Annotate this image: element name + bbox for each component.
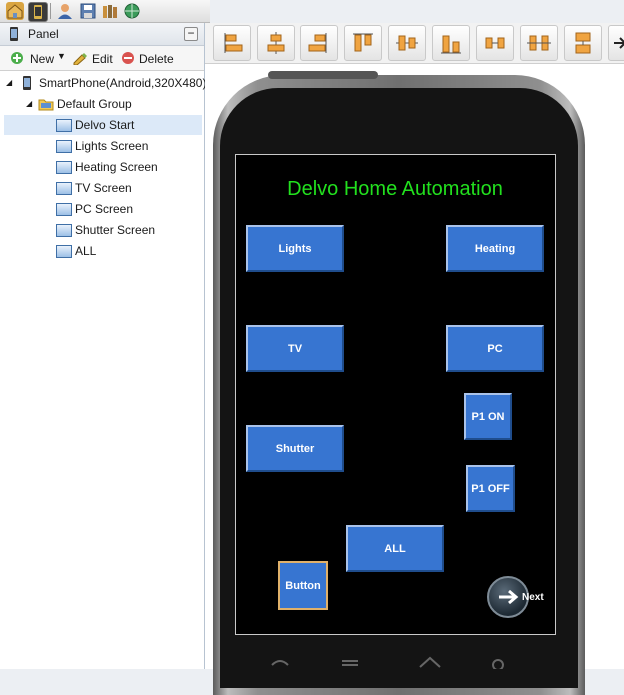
globe-icon[interactable] [123, 2, 141, 20]
screen-icon [56, 182, 72, 195]
tree-item-label: Heating Screen [75, 160, 158, 174]
back-key-icon [271, 660, 289, 666]
align-right-icon[interactable] [300, 25, 338, 61]
align-middle-icon[interactable] [388, 25, 426, 61]
save-icon[interactable] [79, 2, 97, 20]
tree-item-shutter-screen[interactable]: Shutter Screen [4, 220, 202, 240]
next-label: Next [522, 592, 544, 603]
user-icon[interactable] [56, 2, 74, 20]
tree-item-label: PC Screen [75, 202, 134, 216]
edit-icon [73, 53, 87, 65]
search-key-icon [492, 659, 504, 669]
tv-button[interactable]: TV [246, 325, 344, 372]
tree-item-all[interactable]: ALL [4, 241, 202, 261]
screen-icon [56, 140, 72, 153]
new-button-label: New [30, 52, 55, 66]
all-button[interactable]: ALL [346, 525, 444, 572]
phone-nav-keys [271, 656, 504, 669]
app-title: Delvo Home Automation [287, 178, 503, 200]
alignment-toolbar [205, 23, 624, 64]
lights-button[interactable]: Lights [246, 225, 344, 272]
tree-item-label: Shutter Screen [75, 223, 156, 237]
align-left-icon[interactable] [213, 25, 251, 61]
screen-icon [56, 203, 72, 216]
arrow-right-icon[interactable] [608, 25, 624, 61]
menu-key-icon [342, 660, 358, 666]
tree-item-delvo-start[interactable]: Delvo Start [4, 115, 202, 135]
chevron-down-icon: ▼ [57, 51, 66, 61]
phone-icon [10, 27, 18, 41]
p1-on-button[interactable]: P1 ON [464, 393, 512, 440]
tree-item-label: Lights Screen [75, 139, 149, 153]
panel: Panel − New ▼ Edit Delete ◢ SmartPhone(A… [0, 23, 206, 669]
shutter-button[interactable]: Shutter [246, 425, 344, 472]
home-icon[interactable] [6, 2, 24, 20]
phone-screen-icon[interactable] [28, 2, 48, 22]
screen-icon [56, 119, 72, 132]
tree-item-tv-screen[interactable]: TV Screen [4, 178, 202, 198]
align-top-icon[interactable] [344, 25, 382, 61]
delete-button-label: Delete [139, 52, 174, 66]
panel-toolbar: New ▼ Edit Delete [0, 46, 204, 71]
tree-item-label: TV Screen [75, 181, 132, 195]
align-bottom-icon[interactable] [432, 25, 470, 61]
delete-button[interactable]: Delete [119, 49, 179, 67]
distribute-vertical-icon[interactable] [520, 25, 558, 61]
add-icon [11, 52, 23, 64]
home-key-icon [419, 656, 441, 668]
tree-node-device-label: SmartPhone(Android,320X480) [39, 76, 207, 90]
tree-item-lights-screen[interactable]: Lights Screen [4, 136, 202, 156]
delete-icon [122, 52, 134, 64]
screen-icon [56, 161, 72, 174]
tree-node-group-label: Default Group [57, 97, 132, 111]
distribute-horizontal-icon[interactable] [476, 25, 514, 61]
phone-earpiece [268, 71, 378, 79]
expand-arrow-icon[interactable]: ◢ [6, 73, 12, 93]
expand-arrow-icon[interactable]: ◢ [26, 94, 32, 114]
arrow-right-icon [499, 589, 519, 605]
same-size-icon[interactable] [564, 25, 602, 61]
collapse-button[interactable]: − [184, 27, 198, 41]
tree-node-device[interactable]: ◢ SmartPhone(Android,320X480) [4, 73, 206, 93]
toolbar-separator [50, 3, 51, 19]
panel-title: Panel [28, 27, 59, 41]
edit-button-label: Edit [92, 52, 113, 66]
screen-icon [56, 224, 72, 237]
panel-header: Panel − [0, 23, 204, 46]
edit-button[interactable]: Edit [70, 49, 114, 67]
tree-item-label: Delvo Start [75, 118, 135, 132]
align-center-icon[interactable] [257, 25, 295, 61]
generic-button[interactable]: Button [278, 561, 328, 610]
library-icon[interactable] [101, 2, 119, 20]
folder-icon [38, 99, 54, 111]
heating-button[interactable]: Heating [446, 225, 544, 272]
top-toolbar [0, 0, 210, 23]
screen-icon [56, 245, 72, 258]
tree-item-heating-screen[interactable]: Heating Screen [4, 157, 202, 177]
p1-off-button[interactable]: P1 OFF [466, 465, 515, 512]
tree-node-group[interactable]: ◢ Default Group [4, 94, 202, 114]
tree-item-label: ALL [75, 244, 97, 258]
phone-icon [23, 76, 31, 90]
pc-button[interactable]: PC [446, 325, 544, 372]
tree-item-pc-screen[interactable]: PC Screen [4, 199, 202, 219]
